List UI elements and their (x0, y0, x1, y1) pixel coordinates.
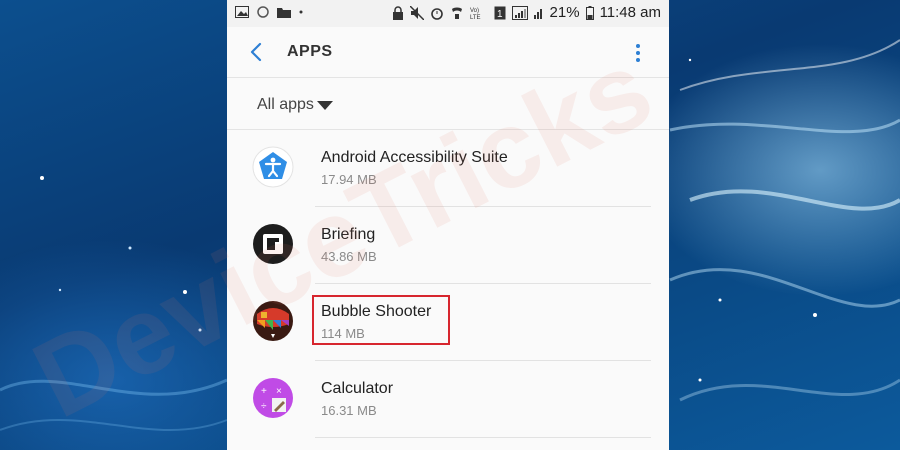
status-bar: Vo) LTE 1 21% 11:48 am (227, 0, 669, 27)
svg-text:×: × (276, 386, 282, 397)
sim-icon: 1 (494, 6, 506, 20)
notification-dot-icon (299, 10, 303, 14)
android-system-icon (257, 6, 269, 18)
svg-text:Vo): Vo) (470, 8, 479, 14)
clock: 11:48 am (599, 4, 661, 21)
signal-icon (511, 5, 528, 20)
briefing-icon (253, 224, 293, 264)
svg-text:÷: ÷ (261, 401, 267, 412)
gallery-icon (235, 6, 249, 18)
svg-text:LTE: LTE (470, 15, 481, 20)
accessibility-icon (252, 146, 294, 188)
app-list-item-calculator[interactable]: + × ÷ Calculator 16.31 MB (227, 361, 669, 438)
bubble-shooter-icon (253, 301, 293, 341)
app-name: Android Accessibility Suite (321, 149, 508, 166)
app-name: Calculator (321, 380, 394, 397)
phone-screen: Vo) LTE 1 21% 11:48 am APPS All apps Andr… (227, 0, 669, 450)
app-size: 16.31 MB (321, 403, 377, 418)
divider (315, 437, 651, 438)
app-list-item-briefing[interactable]: Briefing 43.86 MB (227, 207, 669, 284)
battery-icon (585, 5, 594, 20)
app-size: 17.94 MB (321, 172, 377, 187)
mute-icon (409, 5, 424, 20)
app-list: Android Accessibility Suite 17.94 MB Bri… (227, 130, 669, 438)
battery-percentage: 21% (549, 4, 580, 21)
folder-icon (277, 8, 291, 18)
highlight-box (312, 295, 450, 345)
app-name: Briefing (321, 226, 376, 243)
alarm-icon (430, 7, 443, 20)
svg-text:+: + (261, 386, 267, 397)
signal-bars-icon (533, 8, 542, 19)
sim-number: 1 (497, 9, 503, 20)
more-options-icon[interactable] (635, 43, 641, 63)
dropdown-caret-icon[interactable] (317, 101, 333, 111)
app-list-item-bubble-shooter[interactable]: Bubble Shooter 114 MB (227, 284, 669, 361)
lock-icon (392, 5, 403, 20)
app-list-item-android-accessibility-suite[interactable]: Android Accessibility Suite 17.94 MB (227, 130, 669, 207)
volte-icon: Vo)LTE (470, 8, 481, 20)
back-arrow-icon[interactable] (247, 41, 267, 63)
app-filter-dropdown[interactable]: All apps (227, 78, 669, 130)
app-size: 43.86 MB (321, 249, 377, 264)
filter-label[interactable]: All apps (257, 96, 314, 114)
page-title: APPS (287, 43, 333, 60)
calculator-icon: + × ÷ (253, 378, 293, 418)
app-bar: APPS (227, 27, 669, 78)
wifi-calling-icon (451, 7, 462, 19)
